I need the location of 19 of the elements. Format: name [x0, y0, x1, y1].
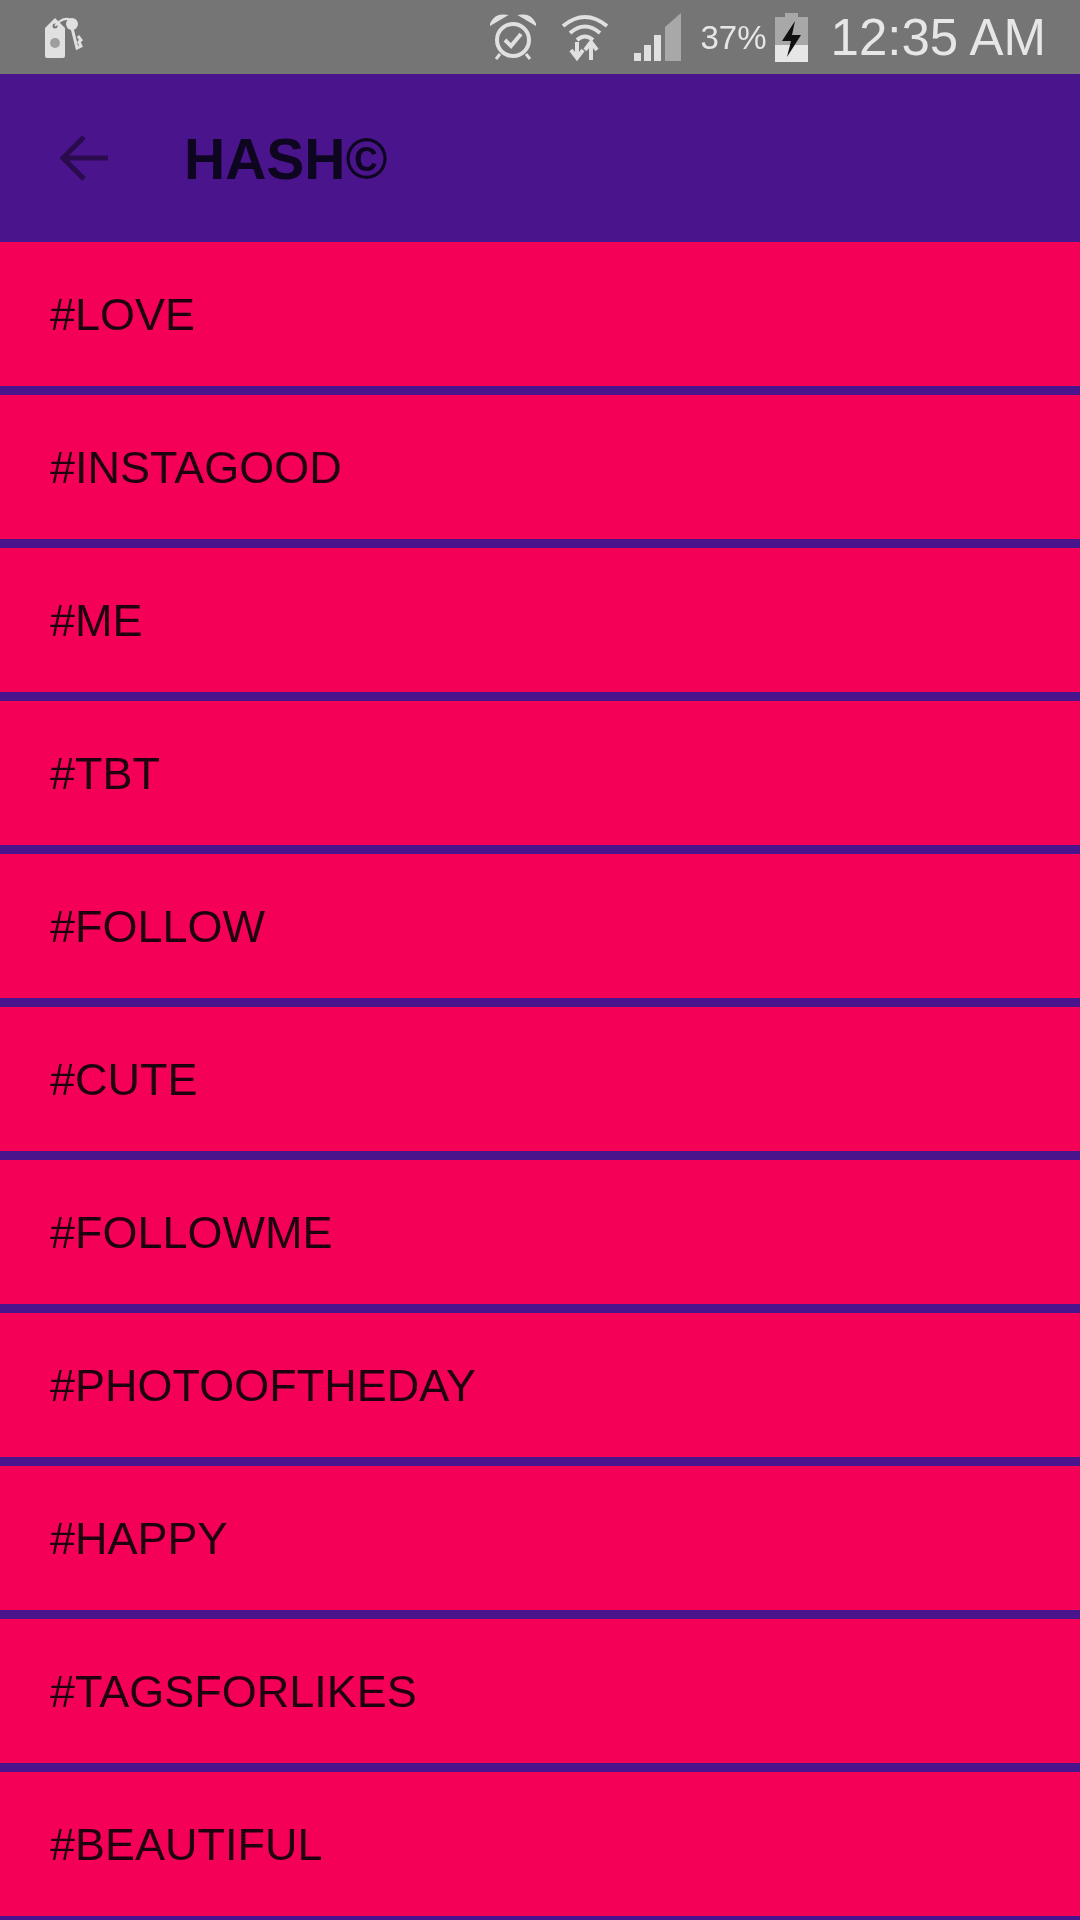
hashtag-list-item[interactable]: #HAPPY [0, 1466, 1080, 1610]
battery-charging-icon [774, 12, 808, 62]
hashtag-list-item[interactable]: #BEAUTIFUL [0, 1772, 1080, 1916]
clock-time: 12:35 AM [830, 11, 1046, 63]
battery-percent: 37% [700, 20, 767, 54]
hashtag-list-item[interactable]: #TBT [0, 701, 1080, 845]
alarm-clock-icon [490, 13, 537, 61]
hashtag-list-item[interactable]: #TAGSFORLIKES [0, 1619, 1080, 1763]
hashtag-list-item[interactable]: #LOVE [0, 242, 1080, 386]
hashtag-list-item[interactable]: #PHOTOOFTHEDAY [0, 1313, 1080, 1457]
hashtag-list-item[interactable]: #FOLLOW [0, 854, 1080, 998]
signal-icon [634, 13, 682, 61]
wifi-icon [560, 12, 611, 62]
app-title: HASH© [184, 130, 388, 188]
hashtag-list-item[interactable]: #ME [0, 548, 1080, 692]
hashtag-list-item[interactable]: #CUTE [0, 1007, 1080, 1151]
hashtag-list-item[interactable]: #FOLLOWME [0, 1160, 1080, 1304]
hashtag-list-item[interactable]: #INSTAGOOD [0, 395, 1080, 539]
back-arrow-icon[interactable] [60, 134, 108, 182]
